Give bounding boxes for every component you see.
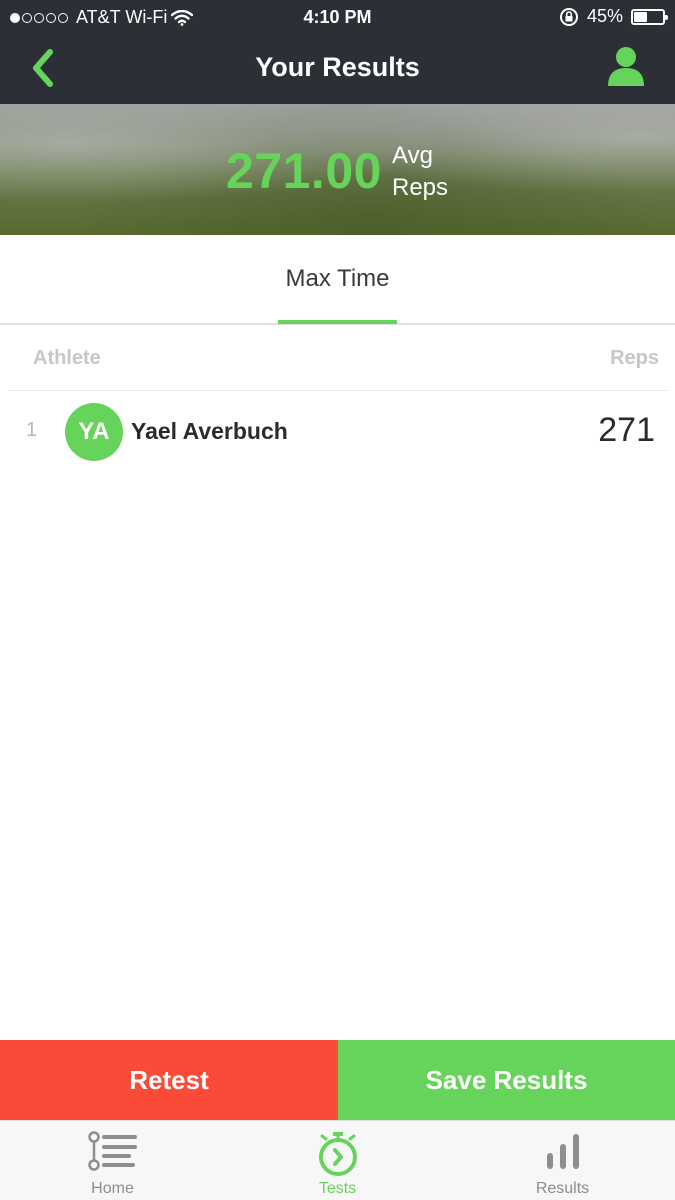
- table-header: Athlete Reps: [8, 325, 667, 391]
- active-tab-indicator: [278, 320, 397, 324]
- athlete-name: Yael Averbuch: [131, 418, 288, 444]
- average-label: Avg: [392, 142, 433, 169]
- column-header-reps: Reps: [610, 347, 659, 369]
- battery-icon: [631, 8, 668, 25]
- athlete-reps: 271: [598, 411, 655, 449]
- tab-home-label: Home: [91, 1180, 134, 1197]
- stopwatch-icon: [225, 1131, 450, 1177]
- avatar: YA: [65, 403, 123, 461]
- nav-bar: Your Results: [0, 36, 675, 104]
- tab-tests[interactable]: Tests: [225, 1121, 450, 1200]
- reps-label: Reps: [392, 174, 449, 201]
- profile-button[interactable]: [605, 44, 647, 88]
- tab-home[interactable]: Home: [0, 1121, 225, 1200]
- tab-results-label: Results: [535, 1180, 590, 1197]
- status-bar: AT&T Wi-Fi 4:10 PM 45%: [0, 0, 675, 36]
- tab-tests-label: Tests: [318, 1180, 357, 1197]
- header: AT&T Wi-Fi 4:10 PM 45% Your Results: [0, 0, 675, 104]
- bar-chart-icon: [450, 1131, 675, 1177]
- action-bar: Retest Save Results: [0, 1040, 675, 1120]
- summary-banner: 271.00 Avg Reps: [0, 104, 675, 235]
- retest-button[interactable]: Retest: [0, 1040, 338, 1120]
- bottom-tab-bar: Home Tests Results: [0, 1120, 675, 1200]
- tab-max-time[interactable]: Max Time: [0, 265, 675, 293]
- battery-percent: 45%: [586, 6, 623, 26]
- average-reps-value: 271.00: [226, 143, 382, 199]
- athlete-rank: 1: [26, 419, 38, 441]
- page-title: Your Results: [255, 52, 420, 82]
- battery-level: [634, 11, 647, 22]
- user-icon: [608, 47, 644, 86]
- orientation-lock-icon: [559, 7, 578, 26]
- test-tabs: Max Time: [0, 235, 675, 325]
- save-results-button[interactable]: Save Results: [338, 1040, 675, 1120]
- list-icon: [0, 1131, 225, 1177]
- status-right: 45%: [559, 6, 668, 27]
- average-reps-label: Avg Reps: [392, 140, 448, 204]
- tab-results[interactable]: Results: [450, 1121, 675, 1200]
- column-header-athlete: Athlete: [33, 347, 101, 369]
- table-row[interactable]: 1 YA Yael Averbuch 271: [8, 391, 667, 473]
